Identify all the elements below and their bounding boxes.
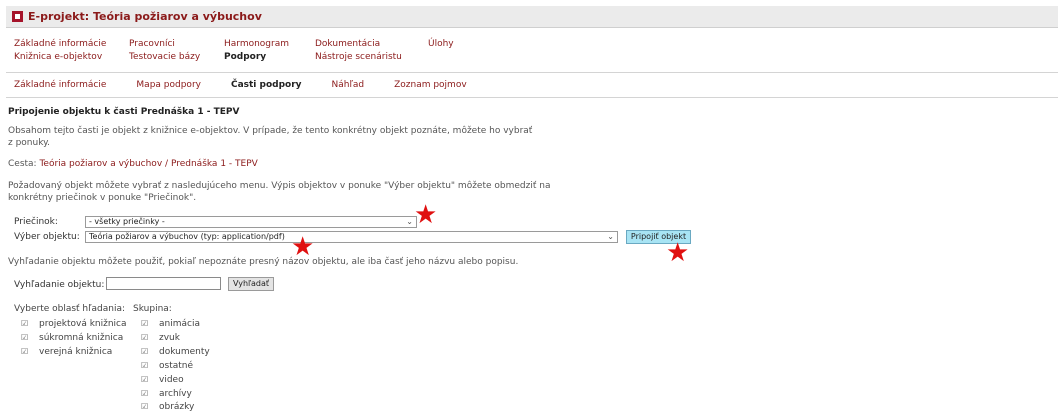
path-separator: / [165, 159, 169, 169]
checkbox-checked-icon: ☑ [21, 333, 29, 342]
folder-select[interactable]: - všetky priečinky - ⌄ [85, 216, 417, 228]
folder-select-value: - všetky priečinky - [89, 217, 165, 226]
path-link-lecture[interactable]: Prednáška 1 - TEPV [171, 159, 258, 169]
select-info-line-2: konkrétny priečinok v ponuke "Priečinok"… [8, 193, 197, 203]
menu-nastroje-scenaristu[interactable]: Nástroje scenáristu [315, 51, 425, 64]
path-label: Cesta: [8, 159, 37, 169]
divider [6, 72, 1058, 73]
intro-text-line-1: Obsahom tejto časti je objekt z knižnice… [8, 126, 533, 136]
section-heading: Pripojenie objektu k časti Prednáška 1 -… [8, 107, 240, 117]
area-label: Vyberte oblasť hľadania: [14, 304, 126, 314]
menu-dokumentacia[interactable]: Dokumentácia [315, 38, 425, 51]
group-checkbox-zvuk[interactable]: ☑ zvuk [141, 333, 180, 343]
menu-pracovnici[interactable]: Pracovníci [129, 38, 239, 51]
menu-ulohy[interactable]: Úlohy [428, 38, 538, 51]
area-checkbox-project[interactable]: ☑ projektová knižnica [21, 319, 127, 329]
intro-text-line-2: z ponuky. [8, 138, 51, 148]
checkbox-checked-icon: ☑ [141, 319, 149, 328]
search-input[interactable] [106, 277, 221, 290]
checkbox-checked-icon: ☑ [141, 347, 149, 356]
area-checkbox-public[interactable]: ☑ verejná knižnica [21, 347, 112, 357]
checkbox-checked-icon: ☑ [141, 402, 149, 411]
menu-zakladne-informacie[interactable]: Základné informácie [14, 38, 124, 51]
group-checkbox-video[interactable]: ☑ video [141, 375, 184, 385]
menu-testovacie-bazy[interactable]: Testovacie bázy [129, 51, 239, 64]
group-checkbox-obrazky[interactable]: ☑ obrázky [141, 402, 194, 412]
select-info-line-1: Požadovaný objekt môžete vybrať z nasled… [8, 181, 551, 191]
divider [6, 97, 1058, 98]
submenu-zoznam-pojmov[interactable]: Zoznam pojmov [394, 80, 467, 90]
chevron-down-icon: ⌄ [607, 232, 614, 241]
red-star-icon: ★ [414, 200, 438, 230]
checkbox-checked-icon: ☑ [141, 333, 149, 342]
page-title: E-projekt: Teória požiarov a výbuchov [28, 10, 262, 23]
submenu-nahlad[interactable]: Náhľad [332, 80, 365, 90]
checkbox-checked-icon: ☑ [141, 389, 149, 398]
menu-kniznica-e-objektov[interactable]: Knižnica e-objektov [14, 51, 124, 64]
object-select-value: Teória požiarov a výbuchov (typ: applica… [89, 232, 285, 241]
checkbox-checked-icon: ☑ [141, 361, 149, 370]
group-checkbox-archivy[interactable]: ☑ archívy [141, 389, 192, 399]
search-info: Vyhľadanie objektu môžete použiť, pokiaľ… [8, 257, 519, 267]
project-icon [12, 11, 23, 22]
object-select[interactable]: Teória požiarov a výbuchov (typ: applica… [85, 231, 618, 243]
submenu-zakladne-informacie[interactable]: Základné informácie [14, 80, 106, 90]
group-checkbox-animacia[interactable]: ☑ animácia [141, 319, 200, 329]
red-star-icon: ★ [666, 238, 690, 268]
checkbox-checked-icon: ☑ [21, 347, 29, 356]
group-checkbox-ostatne[interactable]: ☑ ostatné [141, 361, 193, 371]
red-star-icon: ★ [291, 232, 315, 262]
object-label: Výber objektu: [14, 232, 80, 242]
path-link-project[interactable]: Teória požiarov a výbuchov [39, 159, 162, 169]
search-label: Vyhľadanie objektu: [14, 280, 105, 290]
path: Cesta: Teória požiarov a výbuchov / Pred… [8, 158, 258, 170]
group-label: Skupina: [133, 304, 172, 314]
area-checkbox-private[interactable]: ☑ súkromná knižnica [21, 333, 123, 343]
submenu-mapa-podpory[interactable]: Mapa podpory [136, 80, 201, 90]
submenu-casti-podpory-active[interactable]: Časti podpory [231, 80, 302, 90]
title-bar: E-projekt: Teória požiarov a výbuchov [6, 6, 1058, 28]
search-button[interactable]: Vyhľadať [228, 277, 274, 291]
chevron-down-icon: ⌄ [406, 217, 413, 226]
group-checkbox-dokumenty[interactable]: ☑ dokumenty [141, 347, 210, 357]
checkbox-checked-icon: ☑ [21, 319, 29, 328]
checkbox-checked-icon: ☑ [141, 375, 149, 384]
sub-menu: Základné informácie Mapa podpory Časti p… [14, 80, 497, 90]
folder-label: Priečinok: [14, 217, 58, 227]
